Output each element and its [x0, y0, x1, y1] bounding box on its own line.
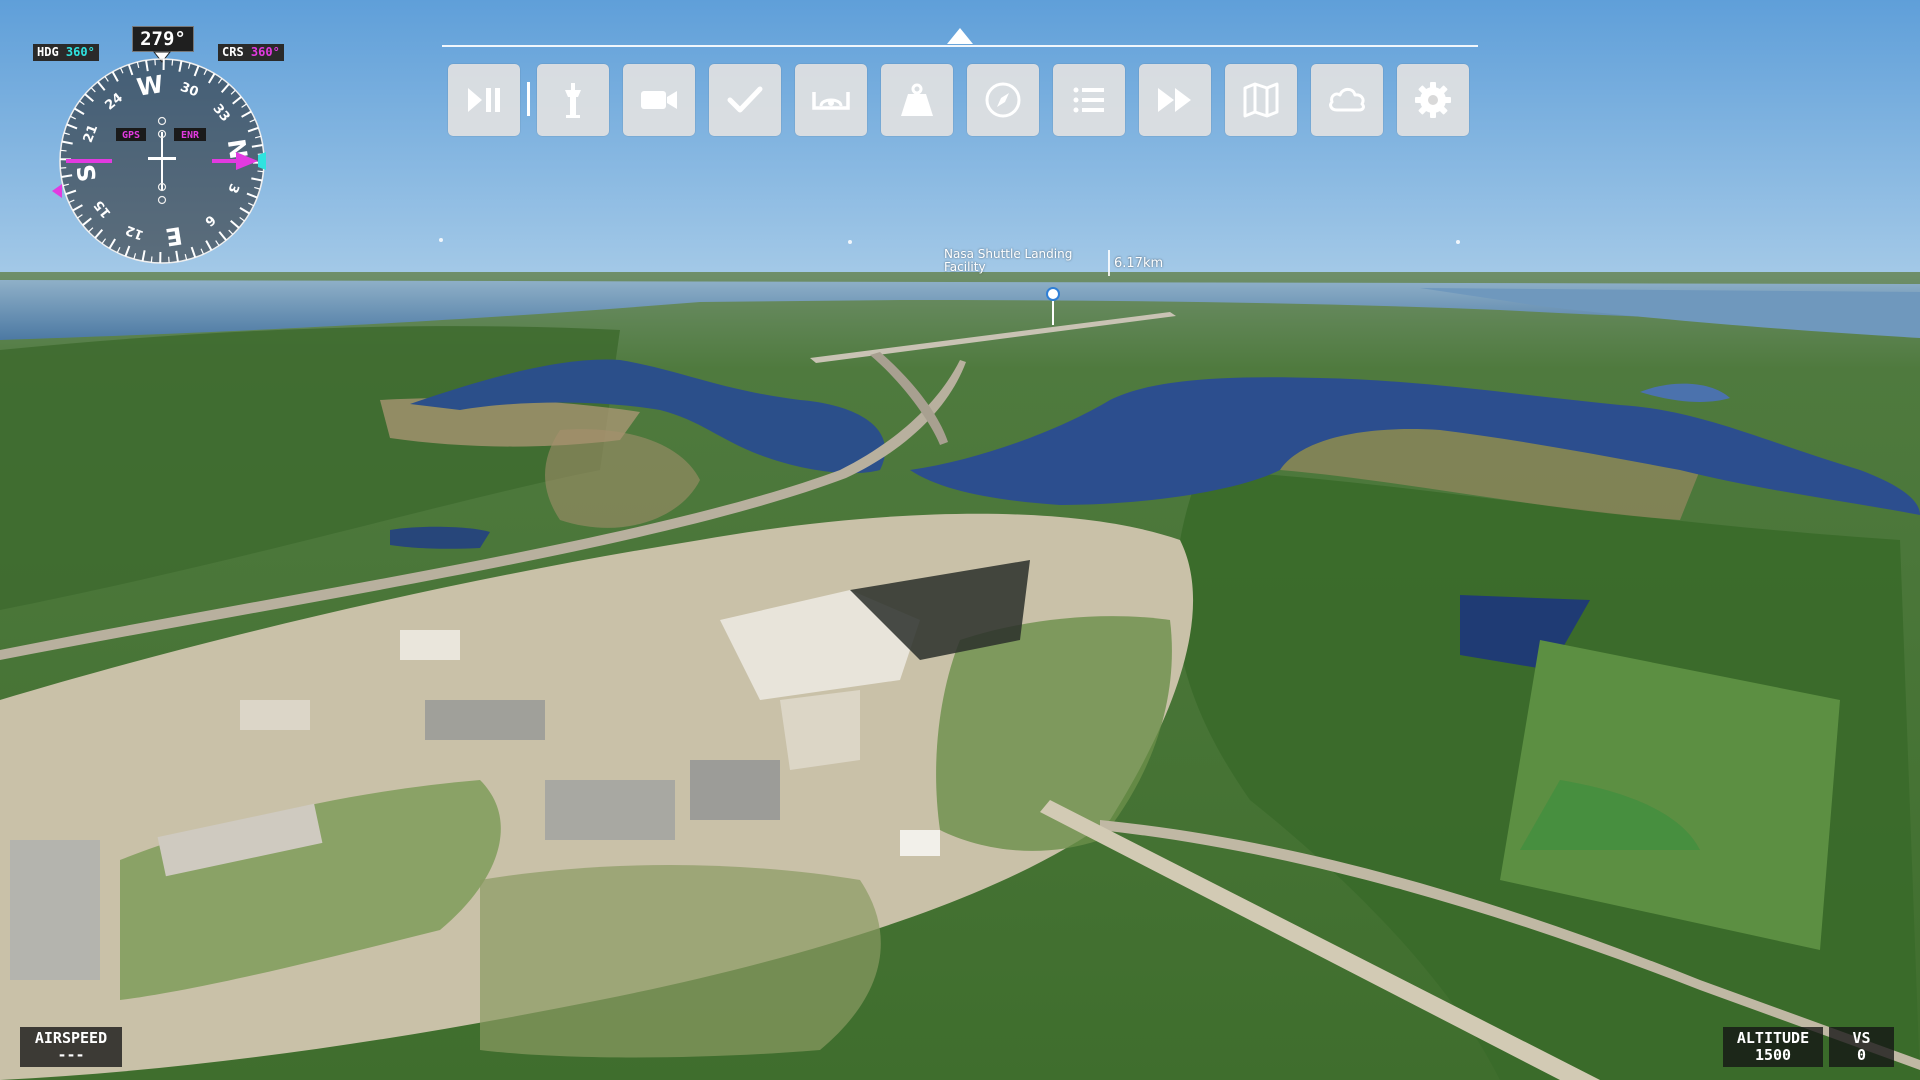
weight-icon	[901, 83, 933, 116]
steering-icon	[812, 92, 850, 110]
play-pause-icon	[468, 88, 500, 112]
settings-button[interactable]	[1397, 64, 1469, 136]
fast-forward-icon	[1158, 88, 1191, 112]
compass-card-label: W	[135, 70, 166, 102]
check-icon	[727, 86, 763, 113]
altitude-readout: ALTITUDE 1500	[1723, 1027, 1823, 1067]
vertical-speed-readout: VS 0	[1829, 1027, 1894, 1067]
vs-value: 0	[1856, 1046, 1867, 1064]
toolbar-collapse-caret[interactable]	[947, 28, 973, 44]
controls-button[interactable]	[795, 64, 867, 136]
sim-rate-button[interactable]	[1139, 64, 1211, 136]
checklist-button[interactable]	[709, 64, 781, 136]
objectives-button[interactable]	[1053, 64, 1125, 136]
pause-play-button[interactable]	[448, 64, 520, 136]
poi-pin-stem	[1052, 301, 1054, 325]
compass-tick	[60, 149, 67, 152]
video-camera-icon	[641, 91, 677, 109]
poi-distance: 6.17km	[1114, 256, 1164, 271]
altitude-value: 1500	[1754, 1046, 1792, 1064]
airspeed-readout: AIRSPEED ---	[20, 1027, 122, 1067]
compass-icon	[985, 82, 1021, 118]
poi-pin-icon[interactable]	[1046, 287, 1060, 301]
waypoint-marker	[439, 238, 443, 242]
enr-tag: ENR	[181, 130, 200, 141]
weather-button[interactable]	[1311, 64, 1383, 136]
atc-tower-button[interactable]	[537, 64, 609, 136]
cloud-icon	[1329, 87, 1365, 112]
toolbar-separator	[527, 82, 530, 116]
compass-tick	[150, 256, 153, 263]
heading-indicator: HDG 360° CRS 360° 279° W 30 33 N 3 6 E 12 15 S 21 2…	[22, 24, 302, 274]
toolbar-track	[442, 45, 1478, 47]
camera-button[interactable]	[623, 64, 695, 136]
map-icon	[1243, 82, 1279, 118]
compass-tick	[171, 59, 174, 66]
compass-tick	[257, 170, 264, 173]
altitude-label: ALTITUDE	[1736, 1029, 1810, 1047]
waypoint-marker	[1456, 240, 1460, 244]
airspeed-label: AIRSPEED	[34, 1029, 108, 1047]
poi-label: Nasa Shuttle Landing Facility	[944, 247, 1073, 274]
control-tower-icon	[565, 83, 581, 118]
vfr-map-button[interactable]	[1225, 64, 1297, 136]
navlog-button[interactable]	[967, 64, 1039, 136]
vs-label: VS	[1852, 1029, 1871, 1047]
gps-tag: GPS	[122, 130, 140, 141]
weight-balance-button[interactable]	[881, 64, 953, 136]
gear-icon	[1415, 82, 1451, 118]
poi-distance-bar	[1108, 250, 1110, 276]
compass-card: W 3033N36E1215S2124 GPS ENR	[52, 51, 266, 264]
waypoint-marker	[848, 240, 852, 244]
airspeed-value: ---	[57, 1046, 85, 1064]
list-icon	[1073, 87, 1104, 113]
